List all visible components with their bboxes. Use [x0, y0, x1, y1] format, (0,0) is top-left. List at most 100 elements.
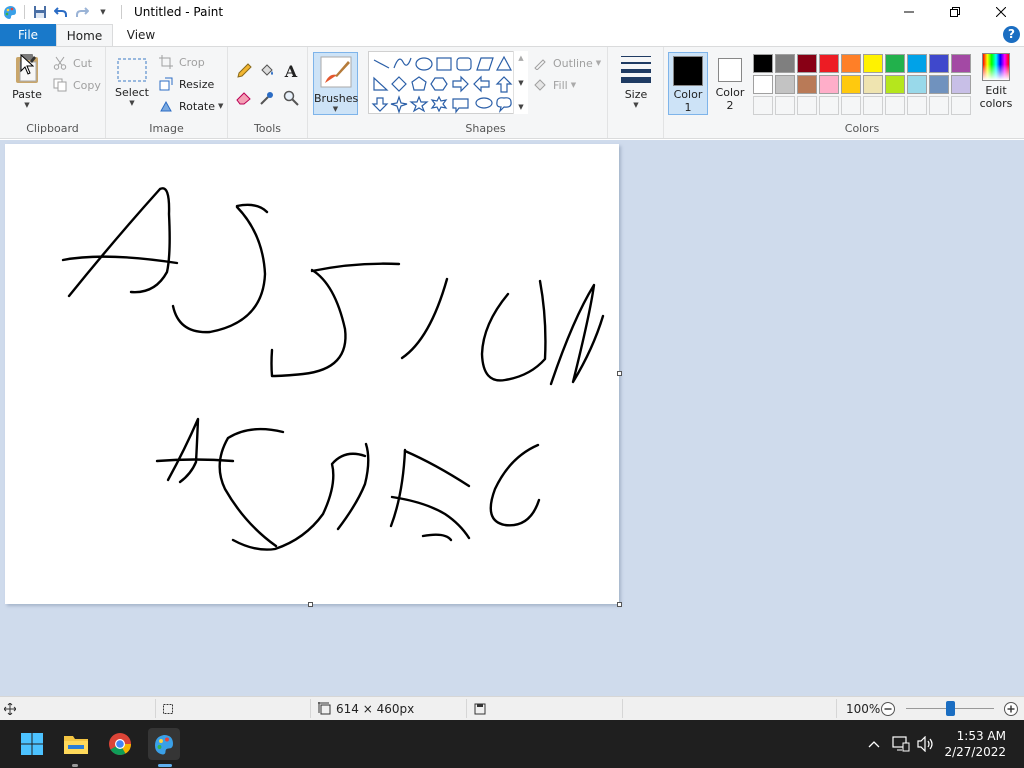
right-arrow-shape-icon[interactable] [452, 75, 469, 93]
palette-swatch[interactable] [841, 54, 861, 73]
palette-swatch[interactable] [863, 54, 883, 73]
zoom-in-button[interactable] [1003, 697, 1019, 720]
fill-button[interactable]: Fill ▼ [532, 75, 576, 95]
oval-shape-icon[interactable] [415, 57, 433, 71]
workspace[interactable] [0, 140, 1024, 696]
four-point-star-shape-icon[interactable] [390, 95, 408, 114]
cloud-callout-shape-icon[interactable] [496, 97, 512, 113]
triangle-shape-icon[interactable] [495, 55, 513, 71]
five-point-star-shape-icon[interactable] [409, 95, 429, 113]
palette-swatch[interactable] [753, 54, 773, 73]
custom-color-slot[interactable] [907, 96, 927, 115]
rectangle-callout-shape-icon[interactable] [452, 98, 469, 114]
shapes-gallery[interactable] [368, 51, 528, 114]
copy-button[interactable]: Copy [52, 75, 101, 95]
custom-color-slot[interactable] [885, 96, 905, 115]
brushes-button[interactable]: Brushes ▼ [313, 52, 358, 115]
network-icon[interactable] [891, 734, 911, 754]
color-picker-icon[interactable] [256, 87, 278, 109]
chrome-icon[interactable] [104, 728, 136, 760]
show-hidden-icons-chevron-icon[interactable] [864, 734, 884, 754]
down-arrow-shape-icon[interactable] [371, 97, 389, 112]
palette-swatch[interactable] [951, 75, 971, 94]
scroll-down-icon[interactable]: ▼ [518, 79, 523, 87]
palette-swatch[interactable] [797, 75, 817, 94]
magnifier-icon[interactable] [280, 87, 302, 109]
up-arrow-shape-icon[interactable] [495, 76, 513, 93]
palette-swatch[interactable] [819, 54, 839, 73]
zoom-slider-thumb[interactable] [946, 701, 955, 716]
palette-swatch[interactable] [885, 54, 905, 73]
eraser-icon[interactable] [233, 87, 255, 109]
line-shape-icon[interactable] [373, 59, 390, 69]
palette-swatch[interactable] [929, 75, 949, 94]
maximize-button[interactable] [932, 0, 978, 24]
custom-color-slot[interactable] [863, 96, 883, 115]
drawing-canvas[interactable] [5, 144, 619, 604]
palette-swatch[interactable] [797, 54, 817, 73]
custom-color-slot[interactable] [951, 96, 971, 115]
text-icon[interactable]: A [280, 60, 302, 82]
zoom-out-button[interactable] [880, 697, 896, 720]
right-triangle-shape-icon[interactable] [373, 76, 389, 91]
edit-colors-button[interactable]: Edit colors [976, 53, 1016, 110]
curve-shape-icon[interactable] [393, 57, 412, 69]
file-explorer-icon[interactable] [60, 728, 92, 760]
volume-icon[interactable] [916, 734, 936, 754]
system-clock[interactable]: 1:53 AM 2/27/2022 [944, 728, 1006, 760]
tab-view[interactable]: View [113, 24, 169, 46]
custom-color-slot[interactable] [753, 96, 773, 115]
paint-taskbar-icon[interactable] [148, 728, 180, 760]
palette-swatch[interactable] [929, 54, 949, 73]
pentagon-shape-icon[interactable] [411, 76, 427, 91]
palette-swatch[interactable] [951, 54, 971, 73]
canvas-resize-handle-right[interactable] [617, 371, 622, 376]
palette-swatch[interactable] [907, 75, 927, 94]
start-button[interactable] [16, 728, 48, 760]
palette-swatch[interactable] [753, 75, 773, 94]
fill-bucket-icon[interactable] [256, 60, 278, 82]
custom-color-slot[interactable] [775, 96, 795, 115]
palette-swatch[interactable] [863, 75, 883, 94]
tab-file[interactable]: File [0, 24, 56, 46]
tab-home[interactable]: Home [56, 24, 113, 47]
palette-swatch[interactable] [841, 75, 861, 94]
diamond-shape-icon[interactable] [391, 76, 407, 92]
palette-swatch[interactable] [775, 54, 795, 73]
help-icon[interactable]: ? [1003, 26, 1020, 43]
size-button[interactable]: Size ▼ [614, 53, 658, 109]
rotate-button[interactable]: Rotate ▼ [158, 96, 223, 116]
color1-button[interactable]: Color 1 [668, 52, 708, 115]
resize-button[interactable]: Resize [158, 74, 214, 94]
undo-icon[interactable] [52, 3, 70, 21]
rounded-rectangle-shape-icon[interactable] [456, 57, 472, 71]
expand-gallery-icon[interactable]: ▼ [518, 103, 523, 111]
palette-swatch[interactable] [819, 75, 839, 94]
select-button[interactable]: Select ▼ [112, 57, 152, 107]
left-arrow-shape-icon[interactable] [473, 75, 490, 93]
canvas-resize-handle-bottom[interactable] [308, 602, 313, 607]
rectangle-shape-icon[interactable] [436, 57, 452, 71]
close-button[interactable] [978, 0, 1024, 24]
custom-color-slot[interactable] [797, 96, 817, 115]
crop-button[interactable]: Crop [158, 52, 205, 72]
outline-button[interactable]: Outline ▼ [532, 53, 601, 73]
custom-color-slot[interactable] [819, 96, 839, 115]
cut-button[interactable]: Cut [52, 53, 92, 73]
palette-swatch[interactable] [885, 75, 905, 94]
hexagon-shape-icon[interactable] [430, 77, 448, 91]
palette-swatch[interactable] [907, 54, 927, 73]
scroll-up-icon[interactable]: ▲ [518, 54, 523, 62]
oval-callout-shape-icon[interactable] [475, 97, 493, 109]
save-icon[interactable] [31, 3, 49, 21]
custom-color-slot[interactable] [841, 96, 861, 115]
paint-app-icon[interactable] [2, 4, 18, 20]
polygon-shape-icon[interactable] [476, 57, 494, 71]
palette-swatch[interactable] [775, 75, 795, 94]
color2-button[interactable]: Color 2 [710, 52, 750, 115]
custom-color-slot[interactable] [929, 96, 949, 115]
minimize-button[interactable] [886, 0, 932, 24]
shapes-scroll[interactable]: ▲ ▼ ▼ [513, 51, 528, 114]
redo-icon[interactable] [73, 3, 91, 21]
canvas-resize-handle-corner[interactable] [617, 602, 622, 607]
